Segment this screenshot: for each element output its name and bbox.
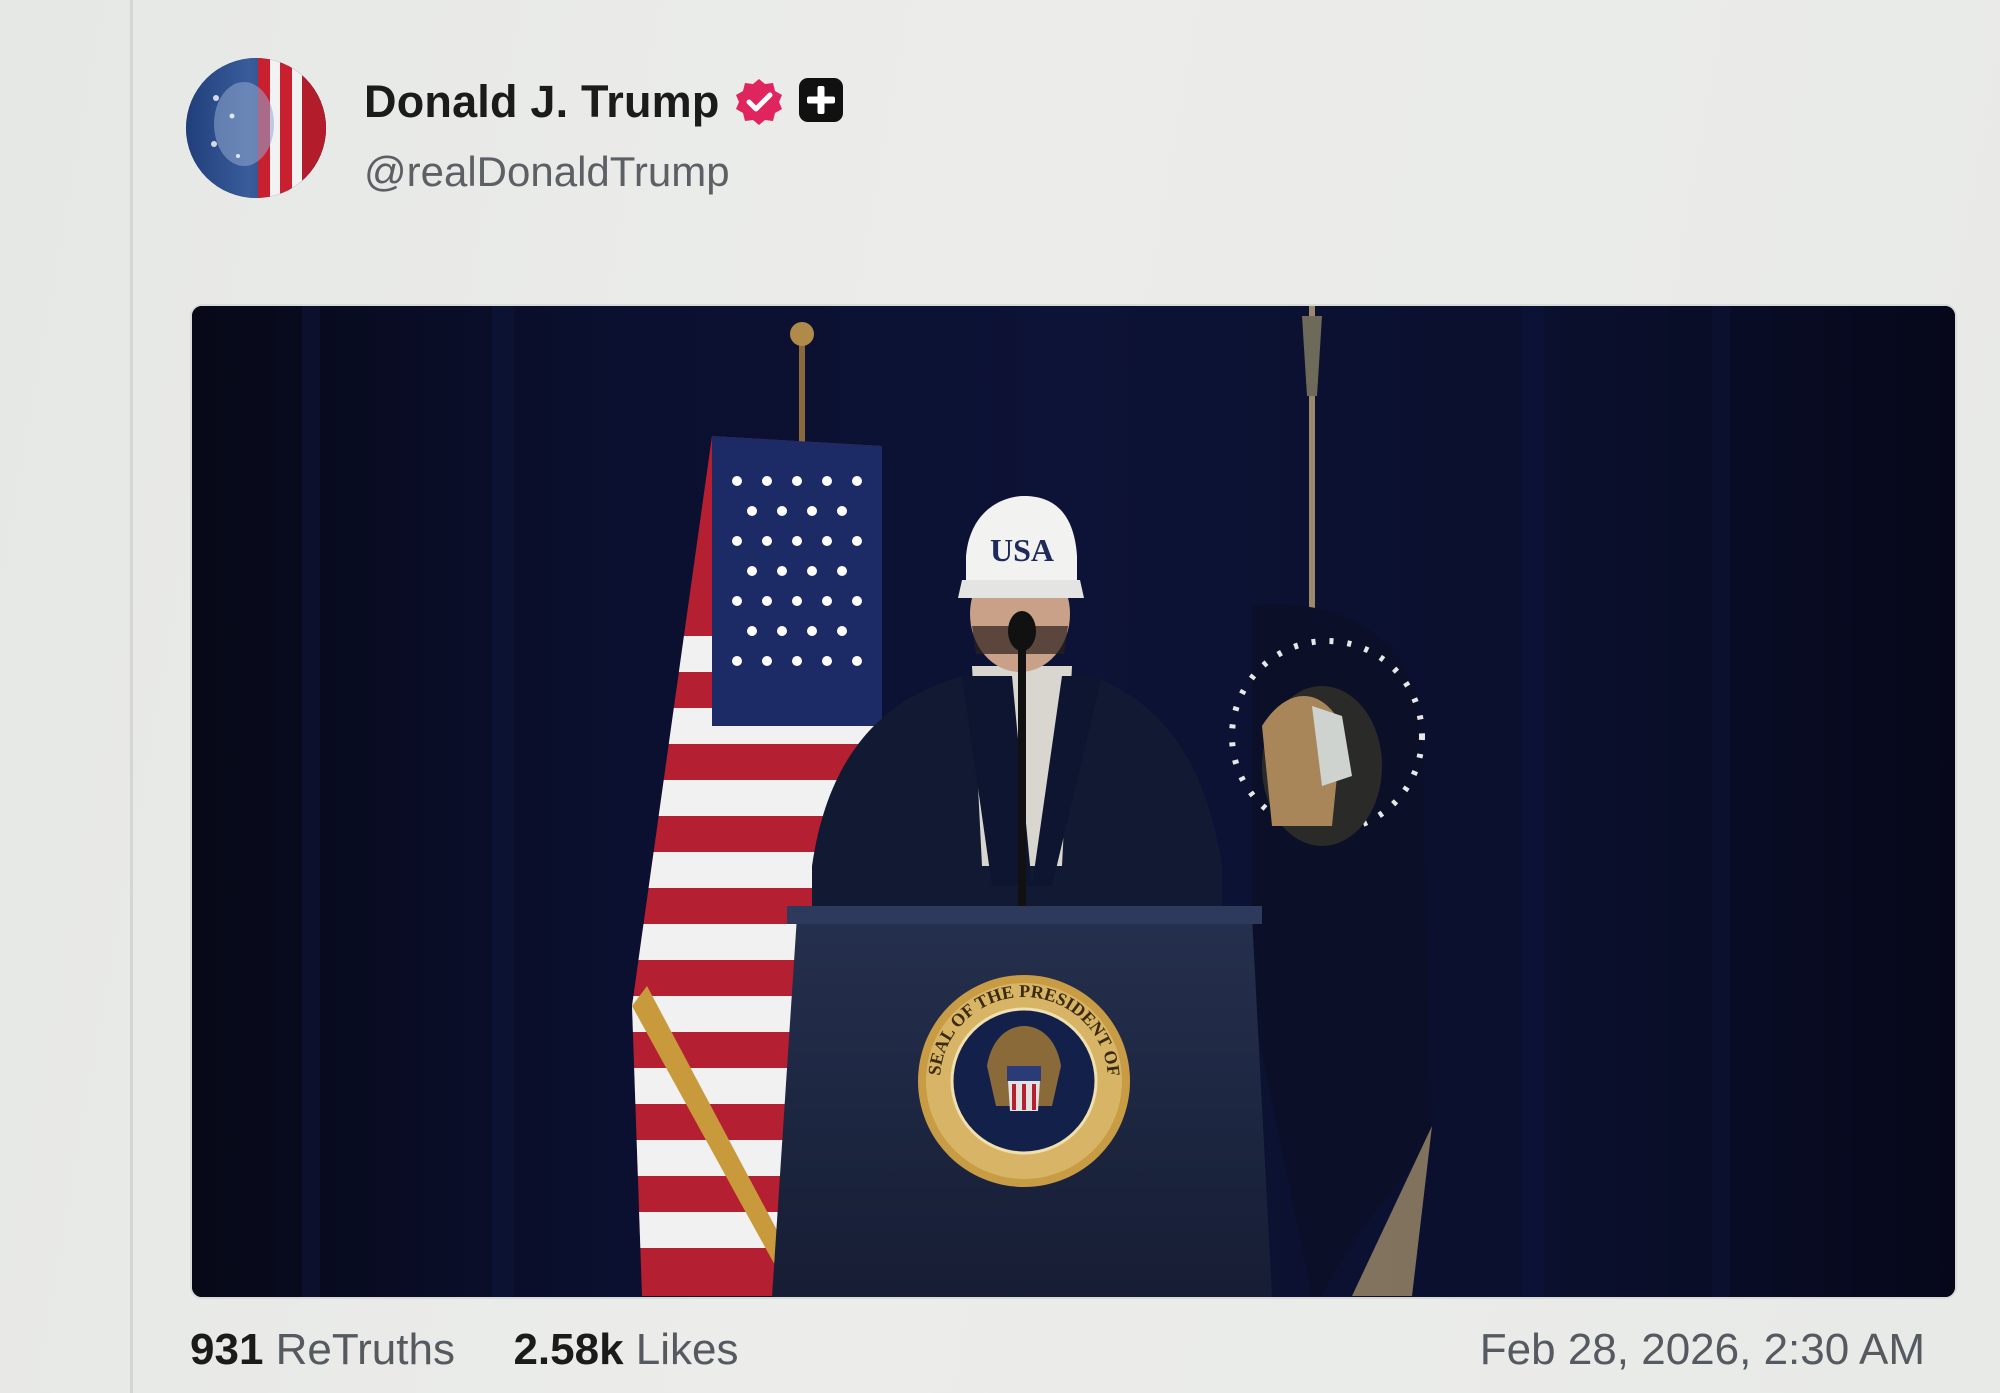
display-name[interactable]: Donald J. Trump xyxy=(364,76,720,128)
screen: Donald J. Trump @realDonaldTrump USA SEA… xyxy=(0,0,2000,1393)
post-header: Donald J. Trump @realDonaldTrump xyxy=(186,56,1086,206)
cap-text: USA xyxy=(990,532,1054,568)
post-media-image[interactable]: USA SEAL OF THE PRESIDENT OF xyxy=(190,304,1957,1299)
likes-label[interactable]: Likes xyxy=(636,1325,739,1374)
retruths-label[interactable]: ReTruths xyxy=(276,1325,455,1374)
post-stats: 931 ReTruths 2.58k Likes xyxy=(190,1325,739,1375)
verified-badge-icon xyxy=(734,77,784,127)
avatar[interactable] xyxy=(186,58,326,198)
likes-count[interactable]: 2.58k xyxy=(513,1325,623,1374)
retruths-count[interactable]: 931 xyxy=(190,1325,263,1374)
post-timestamp[interactable]: Feb 28, 2026, 2:30 AM xyxy=(1480,1325,1925,1375)
feed-column-border xyxy=(130,0,133,1393)
post-footer: 931 ReTruths 2.58k Likes Feb 28, 2026, 2… xyxy=(190,1325,1925,1389)
plus-badge-icon xyxy=(798,77,848,127)
user-handle[interactable]: @realDonaldTrump xyxy=(364,148,730,196)
display-name-row: Donald J. Trump xyxy=(364,72,848,132)
